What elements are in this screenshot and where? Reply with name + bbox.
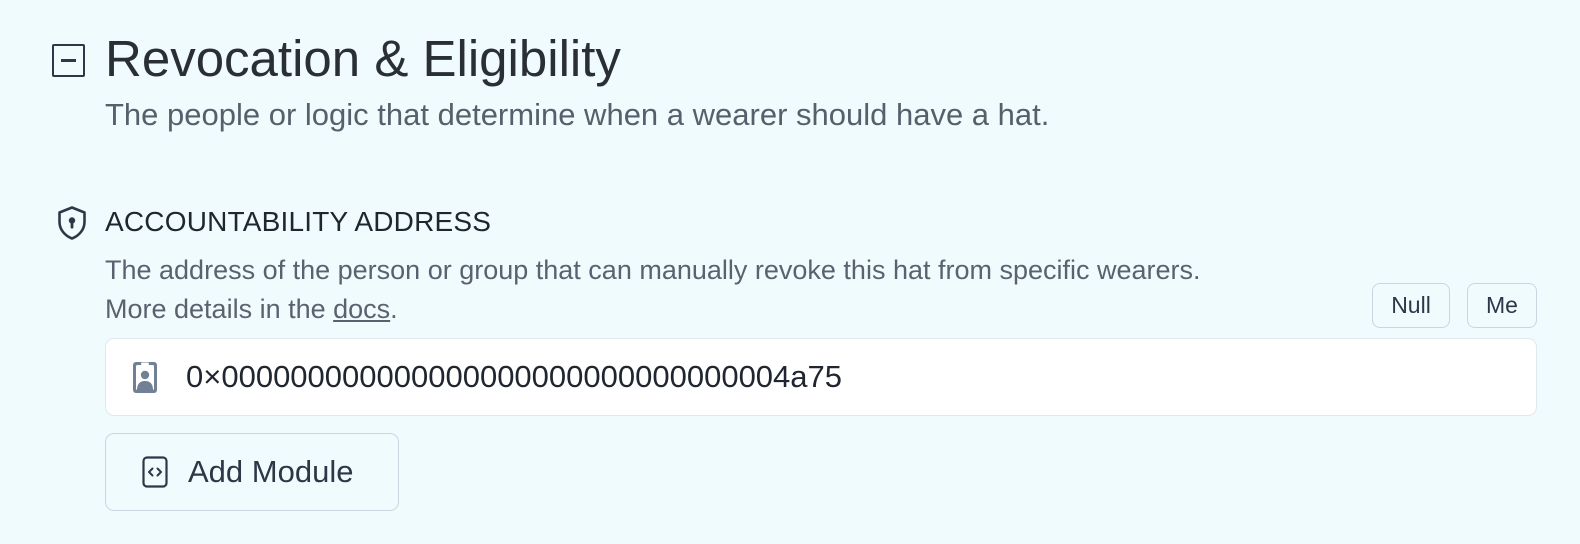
- address-value: 0×000000000000000000000000000000004a75: [186, 359, 843, 394]
- contact-card-icon: [133, 361, 157, 393]
- me-button[interactable]: Me: [1467, 283, 1537, 328]
- code-file-icon: [142, 456, 168, 488]
- section-subtitle: The people or logic that determine when …: [105, 97, 1050, 132]
- section-title: Revocation & Eligibility: [105, 30, 621, 87]
- accountability-address-label: ACCOUNTABILITY ADDRESS: [105, 206, 492, 237]
- add-module-button[interactable]: Add Module: [105, 433, 399, 511]
- minus-square-icon[interactable]: [52, 44, 85, 77]
- shield-keyhole-icon: [58, 206, 86, 240]
- description-text: The address of the person or group that …: [105, 255, 1201, 324]
- add-module-label: Add Module: [188, 454, 354, 489]
- docs-link[interactable]: docs: [333, 294, 390, 324]
- accountability-address-input[interactable]: 0×000000000000000000000000000000004a75: [105, 338, 1537, 416]
- description-end: .: [390, 294, 398, 324]
- accountability-description: The address of the person or group that …: [105, 251, 1225, 329]
- revocation-eligibility-section: Revocation & Eligibility The people or l…: [0, 0, 1580, 544]
- null-button[interactable]: Null: [1372, 283, 1450, 328]
